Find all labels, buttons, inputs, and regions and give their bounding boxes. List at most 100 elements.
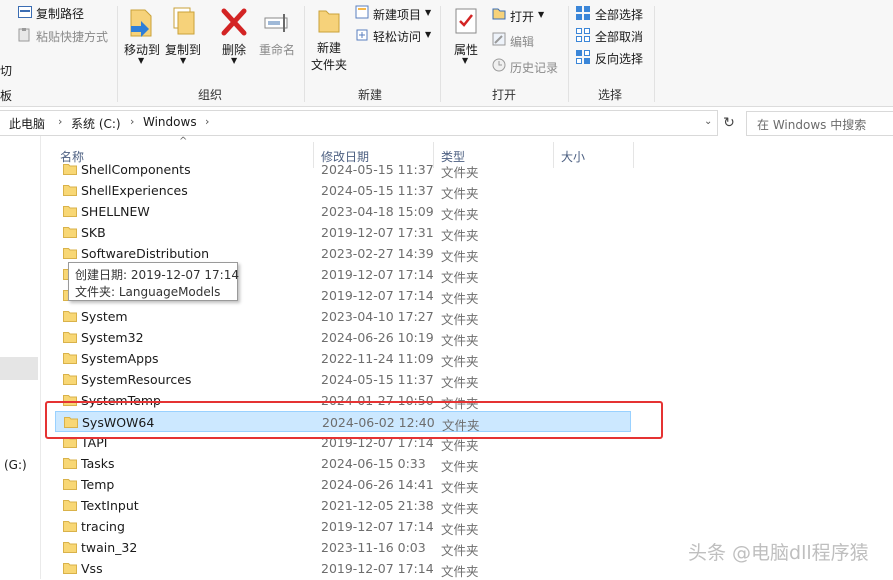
- history-button[interactable]: 历史记录: [510, 59, 558, 76]
- group-separator: [654, 6, 655, 102]
- edit-icon: [492, 32, 506, 49]
- select-all-icon: [576, 6, 590, 23]
- file-name: System: [81, 309, 128, 324]
- file-type: 文件夹: [441, 165, 479, 180]
- new-item-button[interactable]: 新建项目: [373, 6, 421, 23]
- delete-button[interactable]: 删除: [216, 6, 252, 58]
- file-modified-date: 2024-06-26 10:19: [321, 330, 434, 345]
- file-name: Tasks: [81, 456, 115, 471]
- folder-icon: [63, 541, 77, 553]
- breadcrumb-this-pc[interactable]: 此电脑: [9, 115, 45, 132]
- file-type: 文件夹: [441, 291, 479, 306]
- folder-icon: [63, 247, 77, 259]
- file-name: Temp: [81, 477, 115, 492]
- properties-icon: [455, 8, 477, 34]
- file-type: 文件夹: [441, 543, 479, 558]
- select-all-button[interactable]: 全部选择: [595, 6, 643, 23]
- file-modified-date: 2023-02-27 14:39: [321, 246, 434, 261]
- file-row[interactable]: ShellExperiences 2024-05-15 11:37 文件夹: [55, 180, 631, 201]
- file-name: twain_32: [81, 540, 138, 555]
- open-icon: [492, 6, 506, 23]
- file-row[interactable]: twain_32 2023-11-16 0:03 文件夹: [55, 537, 631, 558]
- file-row[interactable]: SystemApps 2022-11-24 11:09 文件夹: [55, 348, 631, 369]
- folder-icon: [63, 478, 77, 490]
- folder-icon: [63, 562, 77, 574]
- new-item-icon: [355, 5, 369, 22]
- new-folder-icon: [318, 10, 340, 33]
- file-type: 文件夹: [441, 354, 479, 369]
- file-row[interactable]: SHELLNEW 2023-04-18 15:09 文件夹: [55, 201, 631, 222]
- file-row[interactable]: SKB 2019-12-07 17:31 文件夹: [55, 222, 631, 243]
- select-group-label: 选择: [598, 88, 623, 102]
- invert-selection-button[interactable]: 反向选择: [595, 50, 643, 67]
- folder-icon: [63, 163, 77, 175]
- file-name: TextInput: [81, 498, 139, 513]
- nav-drive-g[interactable]: (G:): [4, 458, 27, 472]
- breadcrumb-chevron-icon: ›: [130, 115, 135, 128]
- file-row[interactable]: TextInput 2021-12-05 21:38 文件夹: [55, 495, 631, 516]
- group-separator: [568, 6, 569, 102]
- file-modified-date: 2019-12-07 17:14: [321, 519, 434, 534]
- new-folder-button[interactable]: 新建 文件夹: [308, 6, 350, 73]
- new-group-label: 新建: [358, 88, 383, 102]
- open-button[interactable]: 打开: [510, 8, 534, 25]
- refresh-icon[interactable]: ↻: [719, 112, 739, 134]
- file-row[interactable]: Vss 2019-12-07 17:14 文件夹: [55, 558, 631, 579]
- group-separator: [117, 6, 118, 102]
- ribbon: 复制路径 粘贴快捷方式 切 板 移动到 ▼ 复制到 ▼ 删除 ▼ 重命名 组织 …: [0, 0, 893, 107]
- rename-button[interactable]: 重命名: [256, 6, 298, 58]
- file-modified-date: 2019-12-07 17:14: [321, 288, 434, 303]
- folder-icon: [63, 373, 77, 385]
- select-none-button[interactable]: 全部取消: [595, 28, 643, 45]
- file-modified-date: 2024-06-15 0:33: [321, 456, 426, 471]
- folder-icon: [63, 205, 77, 217]
- move-to-button[interactable]: 移动到: [122, 6, 162, 58]
- file-row[interactable]: Temp 2024-06-26 14:41 文件夹: [55, 474, 631, 495]
- folder-tooltip: 创建日期: 2019-12-07 17:14 文件夹: LanguageMode…: [68, 262, 239, 301]
- file-name: ShellExperiences: [81, 183, 188, 198]
- column-divider[interactable]: [633, 142, 634, 168]
- copy-path-button[interactable]: 复制路径: [36, 5, 84, 22]
- breadcrumb-windows[interactable]: Windows: [143, 115, 197, 129]
- paste-shortcut-button[interactable]: 粘贴快捷方式: [36, 28, 108, 45]
- file-type: 文件夹: [441, 249, 479, 264]
- file-row[interactable]: Tasks 2024-06-15 0:33 文件夹: [55, 453, 631, 474]
- breadcrumb-chevron-icon: ›: [205, 115, 210, 128]
- search-input[interactable]: 在 Windows 中搜索: [746, 111, 893, 136]
- file-row[interactable]: SystemResources 2024-05-15 11:37 文件夹: [55, 369, 631, 390]
- easy-access-icon: [355, 28, 369, 45]
- edit-button[interactable]: 编辑: [510, 33, 534, 50]
- file-type: 文件夹: [441, 459, 479, 474]
- file-name: System32: [81, 330, 144, 345]
- file-name: SystemResources: [81, 372, 192, 387]
- breadcrumb-c-drive[interactable]: 系统 (C:): [71, 115, 121, 132]
- file-row[interactable]: System32 2024-06-26 10:19 文件夹: [55, 327, 631, 348]
- rename-icon: [264, 14, 288, 32]
- folder-icon: [63, 499, 77, 511]
- file-row[interactable]: System 2023-04-10 17:27 文件夹: [55, 306, 631, 327]
- file-row[interactable]: SoftwareDistribution 2023-02-27 14:39 文件夹: [55, 243, 631, 264]
- delete-icon: [221, 8, 247, 36]
- address-bar[interactable]: 此电脑 › 系统 (C:) › Windows ›: [0, 110, 718, 136]
- file-row[interactable]: ShellComponents 2024-05-15 11:37 文件夹: [55, 159, 631, 180]
- file-type: 文件夹: [441, 375, 479, 390]
- easy-access-button[interactable]: 轻松访问: [373, 28, 421, 45]
- folder-icon: [63, 184, 77, 196]
- properties-button[interactable]: 属性: [448, 6, 484, 58]
- cut-button[interactable]: 切: [0, 62, 12, 79]
- copy-to-button[interactable]: 复制到: [163, 6, 203, 58]
- file-type: 文件夹: [441, 207, 479, 222]
- file-name: tracing: [81, 519, 125, 534]
- address-history-dropdown-icon[interactable]: ⌄: [704, 116, 712, 127]
- sort-ascending-icon: ^: [179, 136, 188, 147]
- file-type: 文件夹: [441, 312, 479, 327]
- file-type: 文件夹: [441, 186, 479, 201]
- file-name: SystemApps: [81, 351, 159, 366]
- file-row[interactable]: tracing 2019-12-07 17:14 文件夹: [55, 516, 631, 537]
- file-modified-date: 2024-05-15 11:37: [321, 183, 434, 198]
- file-type: 文件夹: [441, 522, 479, 537]
- copy-to-icon: [173, 7, 195, 35]
- nav-selected-item[interactable]: [0, 357, 38, 380]
- copy-path-icon: [18, 6, 32, 21]
- copy-to-dropdown-icon: ▼: [180, 56, 187, 65]
